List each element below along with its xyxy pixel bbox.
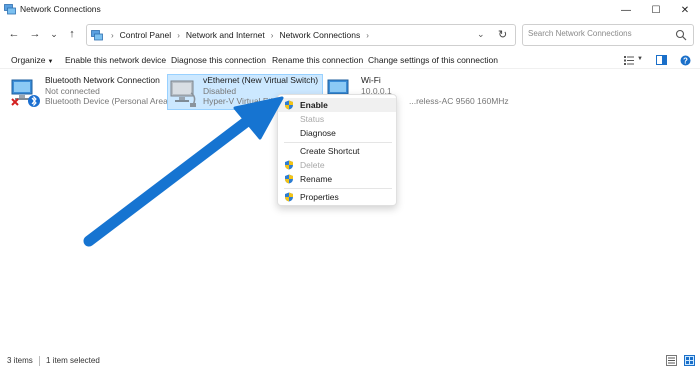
breadcrumb-separator[interactable]: › (366, 31, 369, 40)
menu-item-delete[interactable]: Delete (278, 158, 396, 172)
uac-shield-icon (285, 100, 293, 110)
status-bar: 3 items 1 item selected (0, 354, 700, 368)
menu-item-rename[interactable]: Rename (278, 172, 396, 186)
maximize-button[interactable]: ☐ (642, 0, 670, 20)
view-options-icon[interactable] (624, 56, 634, 65)
connection-name: Wi-Fi (361, 75, 381, 85)
search-icon (675, 29, 687, 41)
close-button[interactable]: ✕ (671, 0, 699, 20)
connection-item-bluetooth[interactable]: Bluetooth Network Connection Not connect… (10, 75, 177, 111)
menu-item-label: Enable (300, 100, 328, 110)
connection-name: Bluetooth Network Connection (45, 75, 160, 85)
breadcrumb-separator[interactable]: › (271, 31, 274, 40)
search-box[interactable] (522, 24, 694, 46)
breadcrumb-separator: › (111, 30, 114, 40)
connection-status: Not connected (45, 85, 100, 96)
breadcrumb-control-panel[interactable]: Control Panel (120, 30, 172, 40)
bluetooth-network-icon (11, 79, 40, 107)
menu-separator (284, 142, 392, 143)
preview-pane-icon[interactable] (656, 55, 667, 65)
menu-item-create-shortcut[interactable]: Create Shortcut (278, 144, 396, 158)
forward-button[interactable]: → (27, 26, 43, 42)
menu-item-enable[interactable]: Enable (278, 98, 396, 112)
connection-device: Bluetooth Device (Personal Area ... (45, 96, 178, 106)
address-row: ← → ⌄ ↑ › Control Panel › Network and In… (0, 22, 700, 48)
enable-device-button[interactable]: Enable this network device (65, 55, 166, 65)
breadcrumb: › Control Panel › Network and Internet ›… (105, 30, 375, 40)
menu-item-properties[interactable]: Properties (278, 190, 396, 204)
details-view-icon[interactable] (666, 355, 677, 366)
back-button[interactable]: ← (6, 26, 22, 42)
search-input[interactable] (528, 29, 668, 38)
connection-name: vEthernet (New Virtual Switch) (203, 75, 319, 85)
title-bar: Network Connections — ☐ ✕ (0, 0, 700, 20)
large-icons-view-icon[interactable] (684, 355, 695, 366)
network-connections-app-icon (4, 4, 16, 15)
menu-item-status[interactable]: Status (278, 112, 396, 126)
caret-down-icon: ▼ (47, 59, 54, 65)
connection-device: ...reless-AC 9560 160MHz (409, 96, 509, 106)
change-settings-button[interactable]: Change settings of this connection (368, 55, 498, 65)
organize-label: Organize (11, 55, 46, 65)
address-dropdown-chevron-icon[interactable]: ⌄ (477, 29, 485, 40)
window-title: Network Connections (20, 4, 101, 14)
menu-item-label: Properties (300, 192, 339, 202)
organize-menu[interactable]: Organize ▼ (11, 55, 53, 65)
item-count: 3 items (7, 356, 33, 365)
help-icon[interactable]: ? (680, 55, 691, 66)
command-bar: Organize ▼ Enable this network device Dia… (0, 52, 700, 69)
network-folder-icon (91, 30, 103, 41)
up-button[interactable]: ↑ (64, 26, 80, 42)
menu-separator (284, 188, 392, 189)
menu-item-label: Delete (300, 160, 325, 170)
recent-locations-button[interactable]: ⌄ (46, 26, 62, 42)
menu-item-label: Status (300, 114, 325, 124)
uac-shield-icon (285, 160, 293, 170)
diagnose-connection-button[interactable]: Diagnose this connection (171, 55, 266, 65)
minimize-button[interactable]: — (612, 0, 640, 20)
context-menu: Enable Status Diagnose Create Shortcut D… (277, 94, 397, 206)
breadcrumb-separator[interactable]: › (177, 31, 180, 40)
uac-shield-icon (285, 192, 293, 202)
menu-item-label: Diagnose (300, 128, 336, 138)
address-bar[interactable]: › Control Panel › Network and Internet ›… (86, 24, 516, 46)
uac-shield-icon (285, 174, 293, 184)
rename-connection-button[interactable]: Rename this connection (272, 55, 363, 65)
breadcrumb-network-and-internet[interactable]: Network and Internet (186, 30, 265, 40)
breadcrumb-network-connections[interactable]: Network Connections (279, 30, 360, 40)
status-divider (39, 356, 40, 366)
view-dropdown-caret-icon[interactable]: ▼ (637, 56, 643, 62)
menu-item-diagnose[interactable]: Diagnose (278, 126, 396, 140)
svg-text:?: ? (683, 56, 688, 65)
selection-count: 1 item selected (46, 356, 100, 365)
connections-list: Bluetooth Network Connection Not connect… (0, 69, 700, 354)
ethernet-adapter-disabled-icon (170, 80, 196, 107)
refresh-icon[interactable]: ↻ (498, 28, 507, 41)
menu-item-label: Create Shortcut (300, 146, 360, 156)
menu-item-label: Rename (300, 174, 333, 184)
